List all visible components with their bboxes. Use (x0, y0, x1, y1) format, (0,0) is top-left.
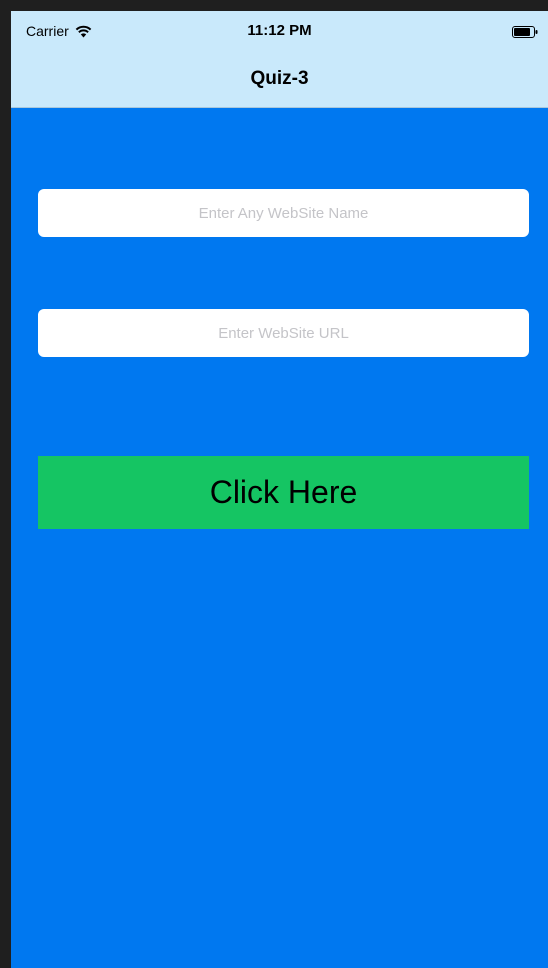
status-time: 11:12 PM (247, 22, 312, 39)
website-name-input[interactable] (38, 189, 529, 237)
click-here-button[interactable]: Click Here (38, 456, 529, 529)
status-bar: Carrier 11:12 PM (11, 11, 548, 51)
navigation-bar: Quiz-3 (11, 51, 548, 108)
battery-icon (512, 25, 538, 43)
app-screen: Carrier 11:12 PM Quiz-3 Click Here (11, 11, 548, 968)
website-url-input[interactable] (38, 309, 529, 357)
page-title: Quiz-3 (250, 68, 309, 89)
